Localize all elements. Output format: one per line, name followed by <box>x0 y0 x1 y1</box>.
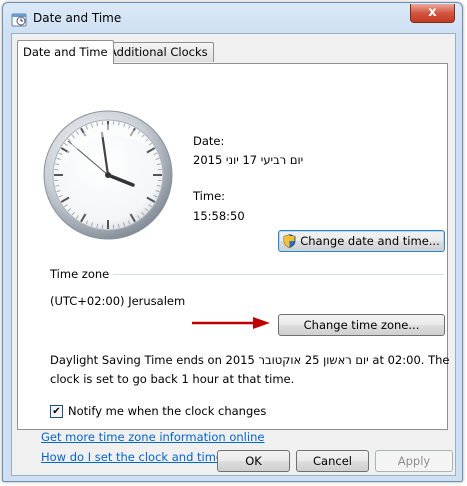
change-time-zone-label: Change time zone... <box>303 318 420 332</box>
cancel-button[interactable]: Cancel <box>296 450 369 472</box>
time-zone-divider <box>113 274 444 275</box>
dst-line-2: clock is set to go back 1 hour at that t… <box>50 372 295 386</box>
time-zone-value: (UTC+02:00) Jerusalem <box>50 294 186 308</box>
tab-date-and-time[interactable]: Date and Time <box>17 40 114 64</box>
dst-date: יום ראשון 25 אוקטובר 2015 <box>225 353 369 367</box>
date-label: Date: <box>193 134 225 148</box>
change-time-zone-button[interactable]: Change time zone... <box>278 314 445 336</box>
notify-checkbox[interactable]: ✔ <box>50 405 63 418</box>
apply-button[interactable]: Apply <box>375 450 453 472</box>
change-date-time-button[interactable]: Change date and time... <box>278 230 445 252</box>
change-date-time-label: Change date and time... <box>300 234 440 248</box>
time-value: 15:58:50 <box>193 209 245 223</box>
dst-line-1: Daylight Saving Time ends on יום ראשון 2… <box>50 353 449 367</box>
dialog-body: Date and Time Additional Clocks Date: יו… <box>11 33 456 476</box>
time-zone-heading: Time zone <box>50 267 110 281</box>
checkmark-icon: ✔ <box>52 406 61 417</box>
date-value: יום רביעי 17 יוני 2015 <box>193 153 304 167</box>
dst-prefix: Daylight Saving Time ends on <box>50 353 222 367</box>
notify-label[interactable]: Notify me when the clock changes <box>68 404 266 418</box>
red-arrow-annotation <box>192 317 270 329</box>
ok-button[interactable]: OK <box>217 450 290 472</box>
dst-suffix: at 02:00. The <box>372 353 450 367</box>
title-bar[interactable]: Date and Time x <box>3 3 462 33</box>
close-icon: x <box>428 5 437 20</box>
analog-clock <box>43 110 173 240</box>
date-time-icon <box>11 13 27 27</box>
tab-panel: Date: יום רביעי 17 יוני 2015 Time: 15:58… <box>17 63 449 430</box>
date-time-window: Date and Time x Date and Time Additional… <box>2 2 463 482</box>
uac-shield-icon <box>283 234 296 248</box>
more-time-zone-info-link[interactable]: Get more time zone information online <box>41 430 264 444</box>
tab-additional-clocks[interactable]: Additional Clocks <box>103 42 214 62</box>
close-button[interactable]: x <box>410 4 455 23</box>
window-title: Date and Time <box>33 11 122 25</box>
time-label: Time: <box>193 189 226 203</box>
